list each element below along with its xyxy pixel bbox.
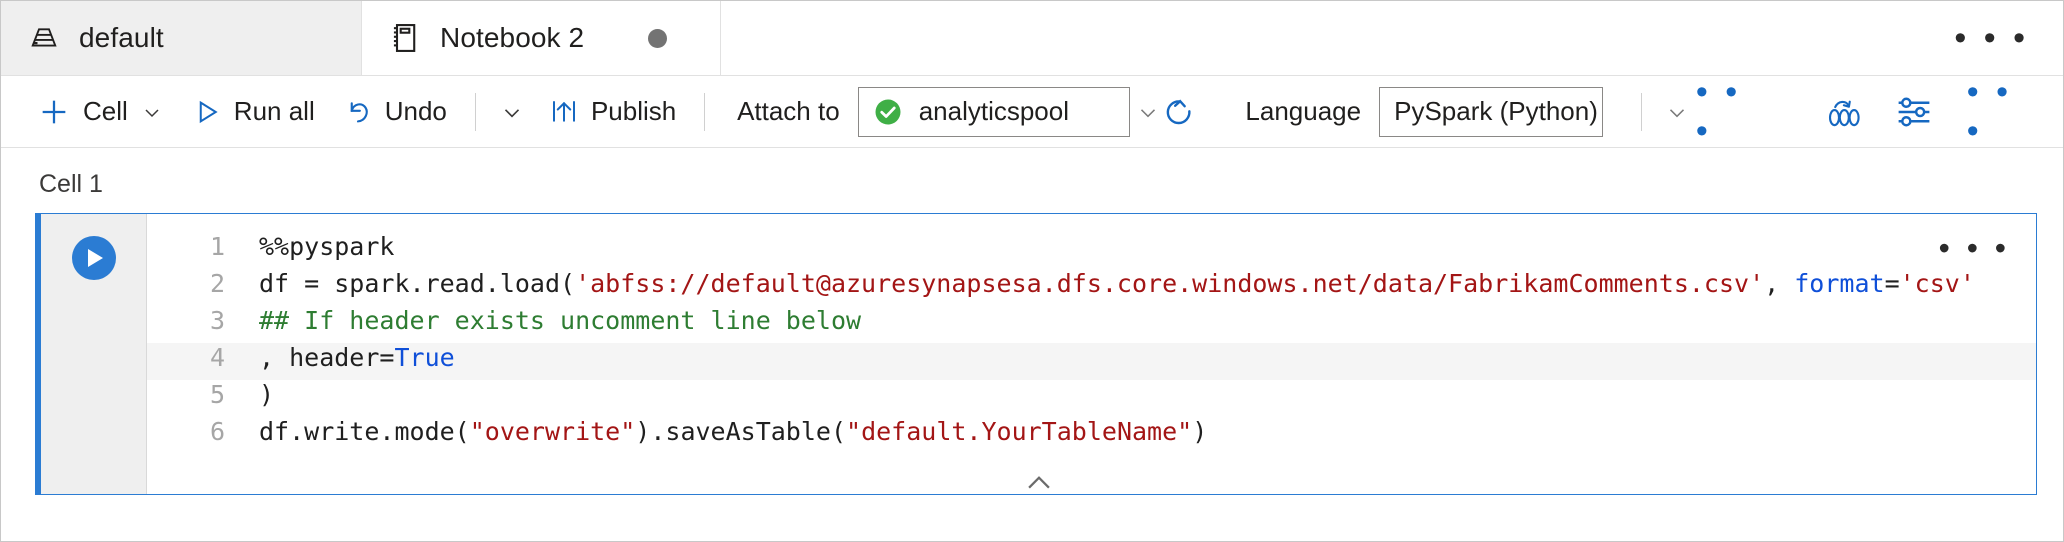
chevron-down-icon [499, 99, 525, 125]
unsaved-changes-dot [648, 29, 667, 48]
code-token: "default.YourTableName" [846, 417, 1192, 446]
status-connected-icon [873, 97, 903, 127]
code-token: %%pyspark [259, 232, 394, 261]
run-all-button[interactable]: Run all [178, 86, 329, 138]
add-cell-label: Cell [83, 96, 128, 127]
language-label: Language [1227, 96, 1379, 127]
undo-arrow-icon [343, 97, 373, 127]
language-value: PySpark (Python) [1394, 96, 1598, 127]
code-text: ## If header exists uncomment line below [259, 306, 861, 335]
code-text: df.write.mode("overwrite").saveAsTable("… [259, 417, 1207, 446]
attach-to-dropdown[interactable]: analyticspool [858, 87, 1130, 137]
run-cell-button[interactable] [72, 236, 116, 280]
code-token: True [394, 343, 454, 372]
line-number: 1 [147, 232, 259, 261]
undo-history-dropdown-button[interactable] [490, 86, 535, 138]
code-token: , [1764, 269, 1794, 298]
code-token: , header= [259, 343, 394, 372]
cell-title: Cell 1 [39, 170, 2037, 199]
line-number: 2 [147, 269, 259, 298]
publish-label: Publish [591, 96, 676, 127]
notebook-cell[interactable]: 1%%pyspark2df = spark.read.load('abfss:/… [35, 213, 2037, 495]
tab-notebook-2[interactable]: Notebook 2 [361, 1, 721, 75]
code-lines: 1%%pyspark2df = spark.read.load('abfss:/… [147, 232, 2036, 454]
publish-upload-icon [549, 97, 579, 127]
code-text: ) [259, 380, 274, 409]
toolbar-overflow-button[interactable]: • • • [1951, 86, 2043, 138]
tab-bar-overflow-button[interactable]: • • • [1920, 1, 2063, 75]
code-line[interactable]: 4, header=True [147, 343, 2036, 380]
notebook-icon [390, 22, 420, 54]
attach-to-label: Attach to [719, 96, 858, 127]
sliders-settings-icon [1894, 93, 1934, 131]
undo-button[interactable]: Undo [329, 86, 461, 138]
code-token: ).saveAsTable( [635, 417, 846, 446]
settings-button[interactable] [1891, 86, 1936, 138]
tab-bar: default Notebook 2 • • • [1, 1, 2063, 76]
toolbar-divider-2 [704, 93, 705, 131]
code-token: ) [1192, 417, 1207, 446]
line-number: 6 [147, 417, 259, 446]
plus-icon [37, 95, 71, 129]
run-all-label: Run all [234, 96, 315, 127]
toolbar-divider-1 [475, 93, 476, 131]
database-icon [29, 23, 59, 53]
code-text: , header=True [259, 343, 455, 372]
cell-gutter [41, 214, 147, 494]
code-token: ## If header exists uncomment line below [259, 306, 861, 335]
code-token: 'csv' [1900, 269, 1975, 298]
notebook-toolbar: Cell Run all Undo [1, 76, 2063, 148]
code-token: = [1885, 269, 1900, 298]
attach-to-value: analyticspool [919, 96, 1069, 127]
tab-notebook-2-label: Notebook 2 [440, 22, 584, 54]
session-button[interactable] [1822, 86, 1867, 138]
code-line[interactable]: 6df.write.mode("overwrite").saveAsTable(… [147, 417, 2036, 454]
chevron-up-icon [1022, 472, 1056, 492]
tab-default[interactable]: default [1, 1, 361, 75]
code-text: %%pyspark [259, 232, 394, 261]
session-cylinder-icon [1824, 93, 1866, 131]
notebook-body: Cell 1 1%%pyspark2df = spark.read.load('… [1, 148, 2063, 495]
code-text: df = spark.read.load('abfss://default@az… [259, 269, 1975, 298]
chevron-down-icon [140, 100, 164, 124]
add-cell-button[interactable]: Cell [23, 86, 178, 138]
line-number: 3 [147, 306, 259, 335]
undo-label: Undo [385, 96, 447, 127]
refresh-icon [1162, 95, 1196, 129]
language-dropdown[interactable]: PySpark (Python) [1379, 87, 1603, 137]
publish-button[interactable]: Publish [535, 86, 690, 138]
code-line[interactable]: 5) [147, 380, 2036, 417]
line-number: 4 [147, 343, 259, 372]
code-line[interactable]: 1%%pyspark [147, 232, 2036, 269]
synapse-notebook-window: default Notebook 2 • • • [0, 0, 2064, 542]
play-filled-icon [88, 249, 103, 267]
cell-collapse-button[interactable] [41, 472, 2036, 492]
cell-menu-button[interactable]: • • • [1939, 230, 2010, 267]
code-token: ) [259, 380, 274, 409]
toolbar-more-button[interactable]: • • • [1680, 86, 1772, 138]
code-line[interactable]: 3## If header exists uncomment line belo… [147, 306, 2036, 343]
line-number: 5 [147, 380, 259, 409]
code-token: 'abfss://default@azuresynapsesa.dfs.core… [575, 269, 1764, 298]
code-token: "overwrite" [470, 417, 636, 446]
play-outline-icon [192, 97, 222, 127]
tab-default-label: default [79, 22, 164, 54]
toolbar-divider-3 [1641, 93, 1642, 131]
refresh-button[interactable] [1156, 86, 1201, 138]
code-token: df.write.mode( [259, 417, 470, 446]
code-token: format [1794, 269, 1884, 298]
code-line[interactable]: 2df = spark.read.load('abfss://default@a… [147, 269, 2036, 306]
code-token: df = spark.read.load( [259, 269, 575, 298]
code-editor[interactable]: 1%%pyspark2df = spark.read.load('abfss:/… [147, 214, 2036, 494]
